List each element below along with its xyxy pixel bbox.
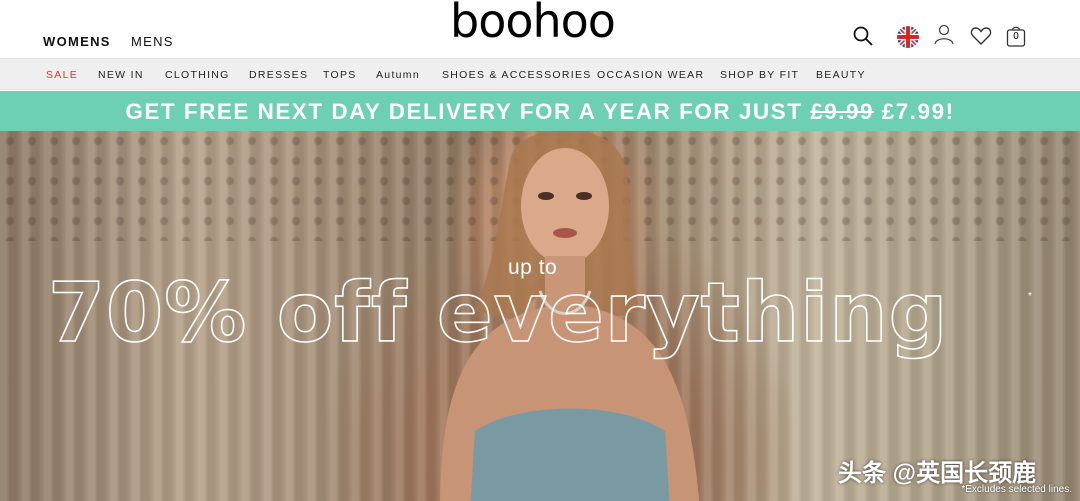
account-icon[interactable] <box>932 22 956 46</box>
site-header: WOMENS MENS boohoo 0 <box>0 0 1080 58</box>
watermark: 头条 @英国长颈鹿 <box>838 460 1037 487</box>
search-icon[interactable] <box>851 24 875 48</box>
nav-clothing[interactable]: CLOTHING <box>165 69 230 81</box>
hero-headline-text: 70% off everything <box>48 266 948 361</box>
promo-text: GET FREE NEXT DAY DELIVERY FOR A YEAR FO… <box>125 99 954 125</box>
promo-banner[interactable]: GET FREE NEXT DAY DELIVERY FOR A YEAR FO… <box>0 91 1080 131</box>
nav-tops[interactable]: TOPS <box>323 69 357 81</box>
hero-headline: 70% off everything <box>47 265 948 362</box>
nav-sale[interactable]: SALE <box>46 69 78 81</box>
promo-message: GET FREE NEXT DAY DELIVERY FOR A YEAR FO… <box>125 99 803 124</box>
category-nav: SALE NEW IN CLOTHING DRESSES TOPS Autumn… <box>0 58 1080 90</box>
nav-shop-by-fit[interactable]: SHOP BY FIT <box>720 69 799 81</box>
nav-occasion-wear[interactable]: OCCASION WEAR <box>597 69 704 81</box>
promo-old-price: £9.99 <box>810 99 875 124</box>
heart-icon[interactable] <box>969 24 993 48</box>
boohoo-logo[interactable]: boohoo <box>450 0 616 48</box>
hero-footnote: *Excludes selected lines. <box>961 484 1072 495</box>
nav-shoes-accessories[interactable]: SHOES & ACCESSORIES <box>442 69 592 81</box>
womens-tab[interactable]: WOMENS <box>43 34 111 49</box>
bag-count: 0 <box>1013 31 1019 42</box>
mens-tab[interactable]: MENS <box>131 34 174 49</box>
nav-new-in[interactable]: NEW IN <box>98 69 144 81</box>
promo-new-price: £7.99! <box>881 99 955 124</box>
nav-autumn[interactable]: Autumn <box>376 69 420 81</box>
nav-beauty[interactable]: BEAUTY <box>816 69 866 81</box>
nav-dresses[interactable]: DRESSES <box>249 69 308 81</box>
bag-icon[interactable]: 0 <box>1004 24 1028 48</box>
uk-flag-icon[interactable] <box>896 25 919 48</box>
hero-banner[interactable]: up to 70% off everything * 头条 @英国长颈鹿 *Ex… <box>0 131 1080 501</box>
hero-asterisk: * <box>1028 291 1032 302</box>
